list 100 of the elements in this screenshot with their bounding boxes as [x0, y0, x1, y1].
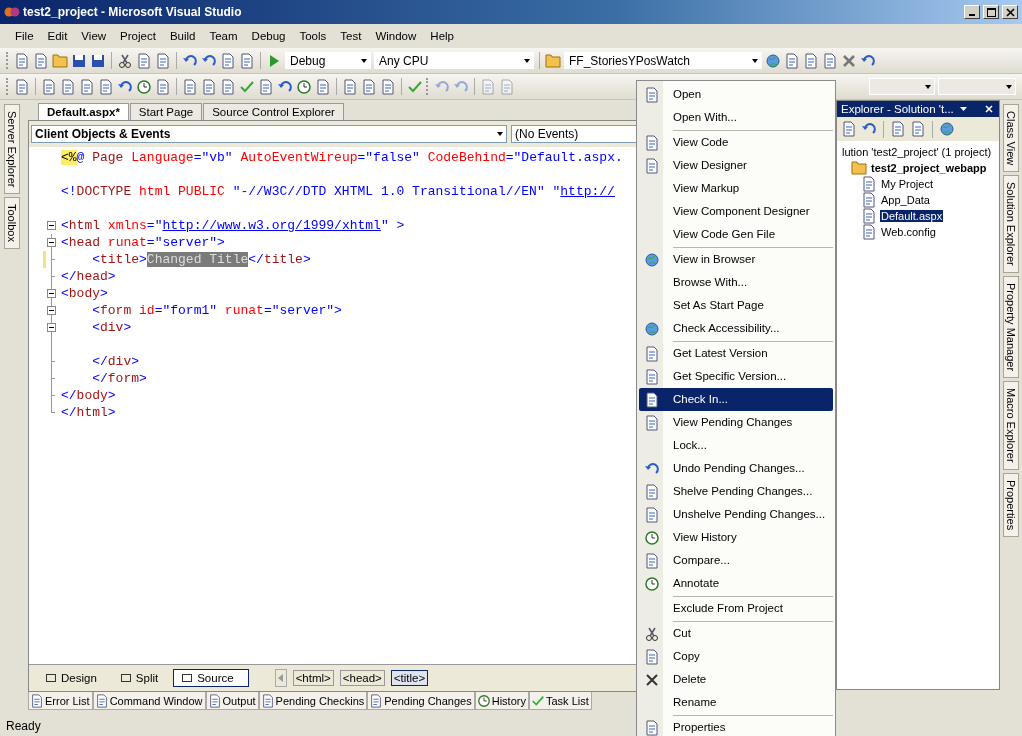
- curved-arrow-icon: [434, 78, 450, 95]
- document-tab[interactable]: Default.aspx*: [38, 103, 129, 120]
- clock-icon: [296, 78, 312, 95]
- close-icon[interactable]: [985, 105, 993, 113]
- tag-breadcrumb[interactable]: <head>: [339, 670, 385, 686]
- menu-item[interactable]: Project: [114, 28, 162, 44]
- menu-item[interactable]: Edit: [41, 28, 74, 44]
- find-dropdown[interactable]: FF_StoriesYPosWatch: [564, 52, 762, 69]
- document-icon: [14, 52, 30, 69]
- side-tab[interactable]: Server Explorer: [4, 104, 20, 195]
- side-tab[interactable]: Macro Explorer: [1003, 381, 1019, 470]
- menu-item[interactable]: Check In...: [639, 388, 833, 411]
- document-tab[interactable]: Source Control Explorer: [203, 103, 344, 120]
- document-icon: [361, 78, 377, 95]
- menu-item[interactable]: Copy: [639, 645, 833, 668]
- document-icon: [644, 391, 660, 408]
- menu-item[interactable]: Exclude From Project: [639, 597, 833, 620]
- side-tab[interactable]: Property Manager: [1003, 276, 1019, 379]
- menu-item[interactable]: Set As Start Page: [639, 294, 833, 317]
- cross-icon: [644, 671, 660, 688]
- collapse-icon[interactable]: [47, 306, 56, 315]
- panel-title: Explorer - Solution 't...: [841, 103, 954, 115]
- document-icon: [342, 78, 358, 95]
- menu-item[interactable]: Rename: [639, 691, 833, 714]
- dropdown-arrow-icon[interactable]: [959, 107, 967, 111]
- tree-item[interactable]: lution 'test2_project' (1 project): [841, 146, 993, 158]
- configuration-dropdown[interactable]: Debug: [285, 52, 371, 69]
- tree-item[interactable]: Web.config: [880, 226, 937, 238]
- view-tab[interactable]: Split: [111, 669, 168, 687]
- side-tab[interactable]: Solution Explorer: [1003, 175, 1019, 273]
- menu-item[interactable]: Undo Pending Changes...: [639, 457, 833, 480]
- menu-item[interactable]: Help: [424, 28, 460, 44]
- menu-item[interactable]: View Designer: [639, 154, 833, 177]
- code-line: </div>: [91, 354, 140, 369]
- minimize-button[interactable]: [964, 5, 980, 19]
- menu-item[interactable]: Tools: [293, 28, 333, 44]
- tool-window-tab[interactable]: Command Window: [92, 692, 206, 710]
- menu-item[interactable]: Check Accessibility...: [639, 317, 833, 340]
- folder-icon: [52, 52, 68, 69]
- tool-window-tab[interactable]: Error List: [28, 692, 93, 710]
- tree-item[interactable]: Default.aspx: [880, 210, 944, 222]
- menu-item[interactable]: File: [9, 28, 40, 44]
- menu-item[interactable]: Unshelve Pending Changes...: [639, 503, 833, 526]
- menu-item[interactable]: Build: [163, 28, 202, 44]
- tag-breadcrumb[interactable]: <html>: [292, 670, 334, 686]
- platform-dropdown[interactable]: Any CPU: [374, 52, 534, 69]
- document-icon: [239, 52, 255, 69]
- document-tab[interactable]: Start Page: [129, 103, 203, 120]
- menu-item[interactable]: Properties: [639, 716, 833, 736]
- document-icon: [98, 78, 114, 95]
- view-tab[interactable]: Source: [173, 669, 249, 687]
- tool-window-tab[interactable]: Pending Checkins: [258, 692, 368, 710]
- menu-item[interactable]: Team: [203, 28, 244, 44]
- menu-item[interactable]: View Code Gen File: [639, 223, 833, 246]
- menu-item[interactable]: Test: [334, 28, 368, 44]
- menu-item[interactable]: View in Browser: [639, 248, 833, 271]
- document-icon: [644, 648, 660, 665]
- menu-item[interactable]: Open: [639, 83, 833, 106]
- tree-item[interactable]: My Project: [880, 178, 934, 190]
- menu-item[interactable]: View Component Designer: [639, 200, 833, 223]
- tool-window-tab[interactable]: Output: [205, 692, 259, 710]
- menu-item[interactable]: Get Specific Version...: [639, 365, 833, 388]
- menu-item[interactable]: Annotate: [639, 572, 833, 595]
- objects-dropdown[interactable]: Client Objects & Events: [31, 125, 507, 143]
- menu-item[interactable]: Window: [369, 28, 423, 44]
- collapse-icon[interactable]: [47, 238, 56, 247]
- document-icon: [220, 78, 236, 95]
- tool-window-tab[interactable]: Task List: [528, 692, 592, 710]
- tag-breadcrumb[interactable]: <title>: [390, 670, 429, 686]
- menu-item[interactable]: View: [75, 28, 113, 44]
- menu-item[interactable]: Compare...: [639, 549, 833, 572]
- tool-window-tab[interactable]: History: [474, 692, 529, 710]
- menu-item[interactable]: Lock...: [639, 434, 833, 457]
- curved-arrow-icon: [453, 78, 469, 95]
- maximize-button[interactable]: [983, 5, 999, 19]
- menu-item[interactable]: Browse With...: [639, 271, 833, 294]
- curved-arrow-icon: [182, 52, 198, 69]
- side-tab[interactable]: Class View: [1003, 104, 1019, 173]
- menu-item[interactable]: Delete: [639, 668, 833, 691]
- menu-item[interactable]: Get Latest Version: [639, 342, 833, 365]
- document-icon: [644, 345, 660, 362]
- code-line: <div>: [91, 320, 132, 335]
- menu-item[interactable]: Shelve Pending Changes...: [639, 480, 833, 503]
- collapse-icon[interactable]: [47, 323, 56, 332]
- menu-item[interactable]: View Pending Changes: [639, 411, 833, 434]
- side-tab[interactable]: Properties: [1003, 472, 1019, 537]
- menu-item[interactable]: View Markup: [639, 177, 833, 200]
- tree-item[interactable]: test2_project_webapp: [870, 162, 988, 174]
- document-icon: [41, 78, 57, 95]
- collapse-icon[interactable]: [47, 221, 56, 230]
- collapse-icon[interactable]: [47, 289, 56, 298]
- menu-item[interactable]: Debug: [245, 28, 292, 44]
- menu-item[interactable]: Cut: [639, 622, 833, 645]
- menu-item[interactable]: View History: [639, 526, 833, 549]
- tool-window-tab[interactable]: Pending Changes: [367, 692, 475, 710]
- tree-item[interactable]: App_Data: [880, 194, 931, 206]
- side-tab[interactable]: Toolbox: [4, 197, 20, 250]
- close-button[interactable]: [1002, 5, 1018, 19]
- document-icon: [136, 52, 152, 69]
- view-tab[interactable]: Design: [37, 669, 106, 687]
